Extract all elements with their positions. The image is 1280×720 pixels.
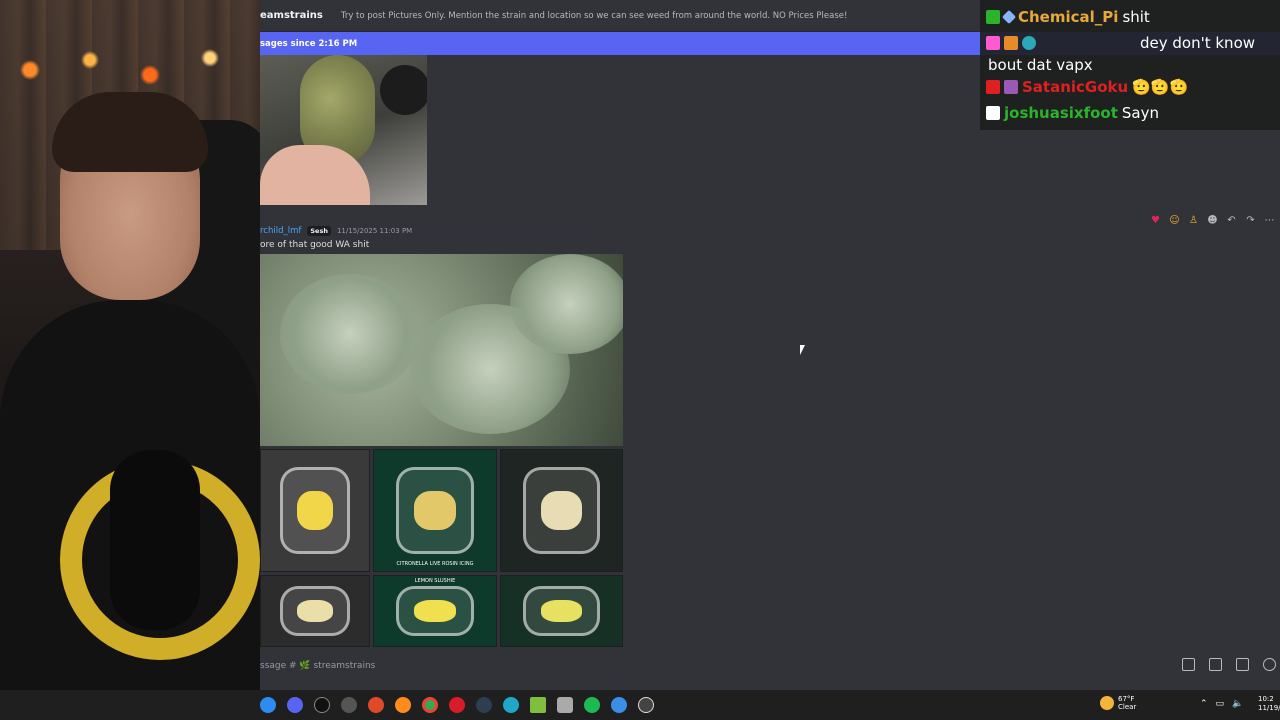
weather-widget[interactable]: 67°F Clear [1100,695,1136,711]
message-composer[interactable]: ssage # 🌿 streamstrains [260,652,1280,680]
diamond-badge-icon [1001,9,1017,25]
gift-icon[interactable] [1182,658,1195,671]
chat-username: joshuasixfoot [1004,104,1118,122]
edge-icon[interactable] [503,697,519,713]
clock-time: 10:2 [1258,695,1274,703]
attachment-image[interactable] [260,55,427,205]
settings-icon[interactable] [341,697,357,713]
discord-icon[interactable] [287,697,303,713]
message-timestamp: 11/15/2025 11:03 PM [336,227,413,235]
message-author[interactable]: rchild_lmf [260,226,301,236]
display-icon[interactable]: ▭ [1216,699,1225,709]
x-icon[interactable] [314,697,330,713]
bud-shape [510,254,623,354]
mouse-cursor [800,345,808,355]
chrome-icon[interactable] [422,697,438,713]
image-caption: CITRONELLA LIVE ROSIN ICING [396,561,474,567]
chat-message: SatanicGoku 🫡🫡🫡 [986,74,1274,100]
gift-badge-icon [1004,36,1018,50]
chat-message: Chemical_Pi shit [986,4,1274,30]
gem-badge-icon [986,36,1000,50]
device-shape [380,65,427,115]
chat-text: dey don't know [1140,34,1256,52]
chevron-up-icon[interactable]: ⌃ [1200,699,1208,709]
server-tag[interactable]: Sesh [307,226,331,236]
moon-icon [1100,696,1114,710]
concentrate [414,599,456,623]
chat-message: joshuasixfoot Sayn [986,100,1274,126]
chat-username: Chemical_Pi [1018,8,1119,26]
app-icon[interactable] [530,697,546,713]
app-icon[interactable] [476,697,492,713]
webcam-feed [0,0,260,690]
chat-text: 🫡🫡🫡 [1132,78,1189,96]
concentrate [540,599,583,623]
bud-shape [280,274,420,394]
concentrate [296,491,334,530]
purple-badge-icon [1004,80,1018,94]
webcam-background-lights [0,40,260,100]
camera-icon[interactable] [557,697,573,713]
system-tray: ⌃ ▭ 🔈 [1200,699,1243,709]
channel-topic: Try to post Pictures Only. Mention the s… [340,10,848,21]
taskbar-apps [260,697,654,713]
reaction-person-icon[interactable]: ♙ [1187,214,1200,227]
reaction-hearts-icon[interactable]: ♥ [1149,214,1162,227]
app-icon[interactable] [260,697,276,713]
taskbar: 67°F Clear ⌃ ▭ 🔈 10:2 11/19/ [0,690,1280,720]
app-icon[interactable] [611,697,627,713]
clock[interactable]: 10:2 11/19/ [1258,695,1280,713]
opera-icon[interactable] [449,697,465,713]
add-reaction-icon[interactable]: ☻ [1206,214,1219,227]
stream-chat-overlay: Chemical_Pi shit dey don't know bout dat… [980,0,1280,130]
microphone [110,450,200,630]
message-header: rchild_lmf Sesh 11/15/2025 11:03 PM [260,226,412,236]
message-actions: ♥ ☺ ♙ ☻ ↶ ↷ ⋯ [1149,214,1276,227]
reaction-laugh-icon[interactable]: ☺ [1168,214,1181,227]
media-player-icon[interactable] [638,697,654,713]
concentrate [296,599,334,623]
message-text: ore of that good WA shit [260,240,370,250]
spotify-icon[interactable] [584,697,600,713]
message-input[interactable]: ssage # 🌿 streamstrains [260,661,375,671]
attachment-image[interactable]: CITRONELLA LIVE ROSIN ICING [373,449,497,572]
gif-icon[interactable] [1209,658,1222,671]
weather-text: 67°F Clear [1118,695,1136,711]
screen: eamstrains Try to post Pictures Only. Me… [0,0,1280,720]
emoji-icon[interactable] [1263,658,1276,671]
more-options-icon[interactable]: ⋯ [1263,214,1276,227]
attachment-image[interactable] [260,254,623,446]
bot-badge-icon [1022,36,1036,50]
firefox-icon[interactable] [395,697,411,713]
subscriber-badge-icon [986,10,1000,24]
attachment-image[interactable] [500,449,623,572]
chat-username: SatanicGoku [1022,78,1129,96]
weather-desc: Clear [1118,703,1137,711]
reply-icon[interactable]: ↶ [1225,214,1238,227]
forward-icon[interactable]: ↷ [1244,214,1257,227]
image-caption: LEMON SLUSHIE [414,578,456,584]
attachment-image[interactable] [500,575,623,647]
chat-continuation: bout dat vapx [988,56,1093,74]
attachment-image[interactable] [260,449,370,572]
chat-message: dey don't know [986,30,1274,56]
concentrate [414,491,456,530]
sticker-icon[interactable] [1236,658,1249,671]
app-icon[interactable] [368,697,384,713]
speaker-icon[interactable]: 🔈 [1232,699,1243,709]
red-badge-icon [986,80,1000,94]
channel-name[interactable]: eamstrains [260,10,323,21]
chat-text: Sayn [1121,104,1160,122]
attachment-image[interactable] [260,575,370,647]
new-messages-label: sages since 2:16 PM [260,38,358,49]
weather-temp: 67°F [1118,695,1135,703]
check-badge-icon [986,106,1000,120]
composer-actions [1182,658,1276,671]
clock-date: 11/19/ [1258,704,1280,712]
concentrate [540,491,583,530]
webcam-person-hair [52,92,208,172]
chat-text: shit [1122,8,1150,26]
attachment-image[interactable]: LEMON SLUSHIE [373,575,497,647]
